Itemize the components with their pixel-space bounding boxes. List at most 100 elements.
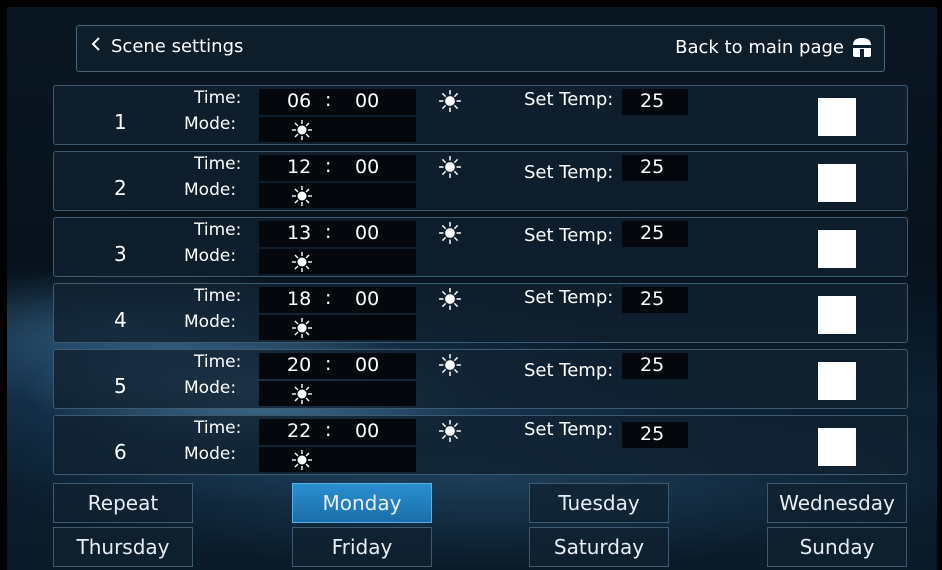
scene-checkbox[interactable] — [818, 164, 856, 202]
scene-checkbox[interactable] — [818, 428, 856, 466]
minute-value[interactable]: 00 — [355, 420, 379, 442]
mode-label: Mode: — [184, 246, 237, 266]
time-field[interactable]: 20 : 00 — [259, 353, 416, 379]
mode-field[interactable] — [259, 315, 416, 340]
mode-label: Mode: — [184, 180, 237, 200]
set-temp-label: Set Temp: — [524, 225, 614, 246]
mode-field[interactable] — [259, 447, 416, 472]
sun-icon — [292, 252, 312, 272]
temp-field[interactable]: 25 — [622, 422, 688, 448]
time-field[interactable]: 13 : 00 — [259, 221, 416, 247]
mode-field[interactable] — [259, 381, 416, 406]
hour-value[interactable]: 22 — [287, 420, 311, 442]
scene-row-4: 4 Time: Mode: 18 : 00 Set Temp: 25 — [53, 283, 908, 343]
temp-field[interactable]: 25 — [622, 89, 688, 115]
set-temp-label: Set Temp: — [524, 89, 614, 110]
scene-checkbox[interactable] — [818, 296, 856, 334]
temp-value: 25 — [640, 288, 665, 310]
scene-number: 1 — [114, 110, 127, 134]
minute-value[interactable]: 00 — [355, 222, 379, 244]
day-wednesday-button[interactable]: Wednesday — [767, 483, 907, 523]
day-sunday-button[interactable]: Sunday — [767, 527, 907, 567]
time-label: Time: — [194, 286, 242, 306]
time-separator: : — [325, 221, 332, 243]
temp-field[interactable]: 25 — [622, 155, 688, 181]
temp-value: 25 — [640, 354, 665, 376]
time-label: Time: — [194, 88, 242, 108]
minute-value[interactable]: 00 — [355, 90, 379, 112]
hour-value[interactable]: 13 — [287, 222, 311, 244]
scene-checkbox[interactable] — [818, 98, 856, 136]
temp-field[interactable]: 25 — [622, 287, 688, 313]
minute-value[interactable]: 00 — [355, 156, 379, 178]
time-field[interactable]: 18 : 00 — [259, 287, 416, 313]
scene-settings-screen: Scene settings Back to main page 1 Time:… — [7, 7, 937, 570]
set-temp-label: Set Temp: — [524, 360, 614, 381]
time-field[interactable]: 12 : 00 — [259, 155, 416, 181]
header-bar: Scene settings Back to main page — [76, 25, 885, 72]
sun-icon — [439, 288, 461, 310]
hour-value[interactable]: 12 — [287, 156, 311, 178]
set-temp-label: Set Temp: — [524, 162, 614, 183]
temp-value: 25 — [640, 423, 665, 445]
set-temp-label: Set Temp: — [524, 419, 614, 440]
sun-icon — [292, 450, 312, 470]
back-to-main-button[interactable]: Back to main page — [675, 36, 874, 58]
temp-value: 25 — [640, 90, 665, 112]
sun-icon — [439, 90, 461, 112]
mode-label: Mode: — [184, 378, 237, 398]
mode-label: Mode: — [184, 444, 237, 464]
hour-value[interactable]: 20 — [287, 354, 311, 376]
scene-row-6: 6 Time: Mode: 22 : 00 Set Temp: 25 — [53, 415, 908, 475]
sun-icon — [292, 186, 312, 206]
mode-field[interactable] — [259, 117, 416, 142]
minute-value[interactable]: 00 — [355, 288, 379, 310]
day-thursday-button[interactable]: Thursday — [53, 527, 193, 567]
repeat-button[interactable]: Repeat — [53, 483, 193, 523]
sun-icon — [292, 318, 312, 338]
time-separator: : — [325, 287, 332, 309]
time-label: Time: — [194, 418, 242, 438]
scene-checkbox[interactable] — [818, 362, 856, 400]
day-monday-button[interactable]: Monday — [292, 483, 432, 523]
time-separator: : — [325, 419, 332, 441]
scene-number: 5 — [114, 374, 127, 398]
temp-field[interactable]: 25 — [622, 353, 688, 379]
back-to-main-label: Back to main page — [675, 36, 844, 58]
scene-number: 3 — [114, 242, 127, 266]
sun-icon — [292, 120, 312, 140]
temp-value: 25 — [640, 222, 665, 244]
back-button[interactable]: Scene settings — [91, 36, 243, 57]
time-field[interactable]: 06 : 00 — [259, 89, 416, 115]
mode-label: Mode: — [184, 312, 237, 332]
time-separator: : — [325, 353, 332, 375]
day-friday-button[interactable]: Friday — [292, 527, 432, 567]
sun-icon — [439, 354, 461, 376]
day-saturday-button[interactable]: Saturday — [529, 527, 669, 567]
mode-field[interactable] — [259, 249, 416, 274]
scene-number: 4 — [114, 308, 127, 332]
scene-row-2: 2 Time: Mode: 12 : 00 Set Temp: 25 — [53, 151, 908, 211]
scene-number: 2 — [114, 176, 127, 200]
hour-value[interactable]: 06 — [287, 90, 311, 112]
scene-row-3: 3 Time: Mode: 13 : 00 Set Temp: 25 — [53, 217, 908, 277]
mode-field[interactable] — [259, 183, 416, 208]
temp-field[interactable]: 25 — [622, 221, 688, 247]
time-field[interactable]: 22 : 00 — [259, 419, 416, 445]
time-label: Time: — [194, 220, 242, 240]
scene-row-1: 1 Time: Mode: 06 : 00 Set Temp: 25 — [53, 85, 908, 145]
scene-checkbox[interactable] — [818, 230, 856, 268]
sun-icon — [439, 420, 461, 442]
time-label: Time: — [194, 154, 242, 174]
sun-icon — [439, 222, 461, 244]
home-icon — [850, 36, 874, 58]
mode-label: Mode: — [184, 114, 237, 134]
set-temp-label: Set Temp: — [524, 287, 614, 308]
day-tuesday-button[interactable]: Tuesday — [529, 483, 669, 523]
minute-value[interactable]: 00 — [355, 354, 379, 376]
hour-value[interactable]: 18 — [287, 288, 311, 310]
scene-number: 6 — [114, 440, 127, 464]
sun-icon — [292, 384, 312, 404]
sun-icon — [439, 156, 461, 178]
time-separator: : — [325, 155, 332, 177]
